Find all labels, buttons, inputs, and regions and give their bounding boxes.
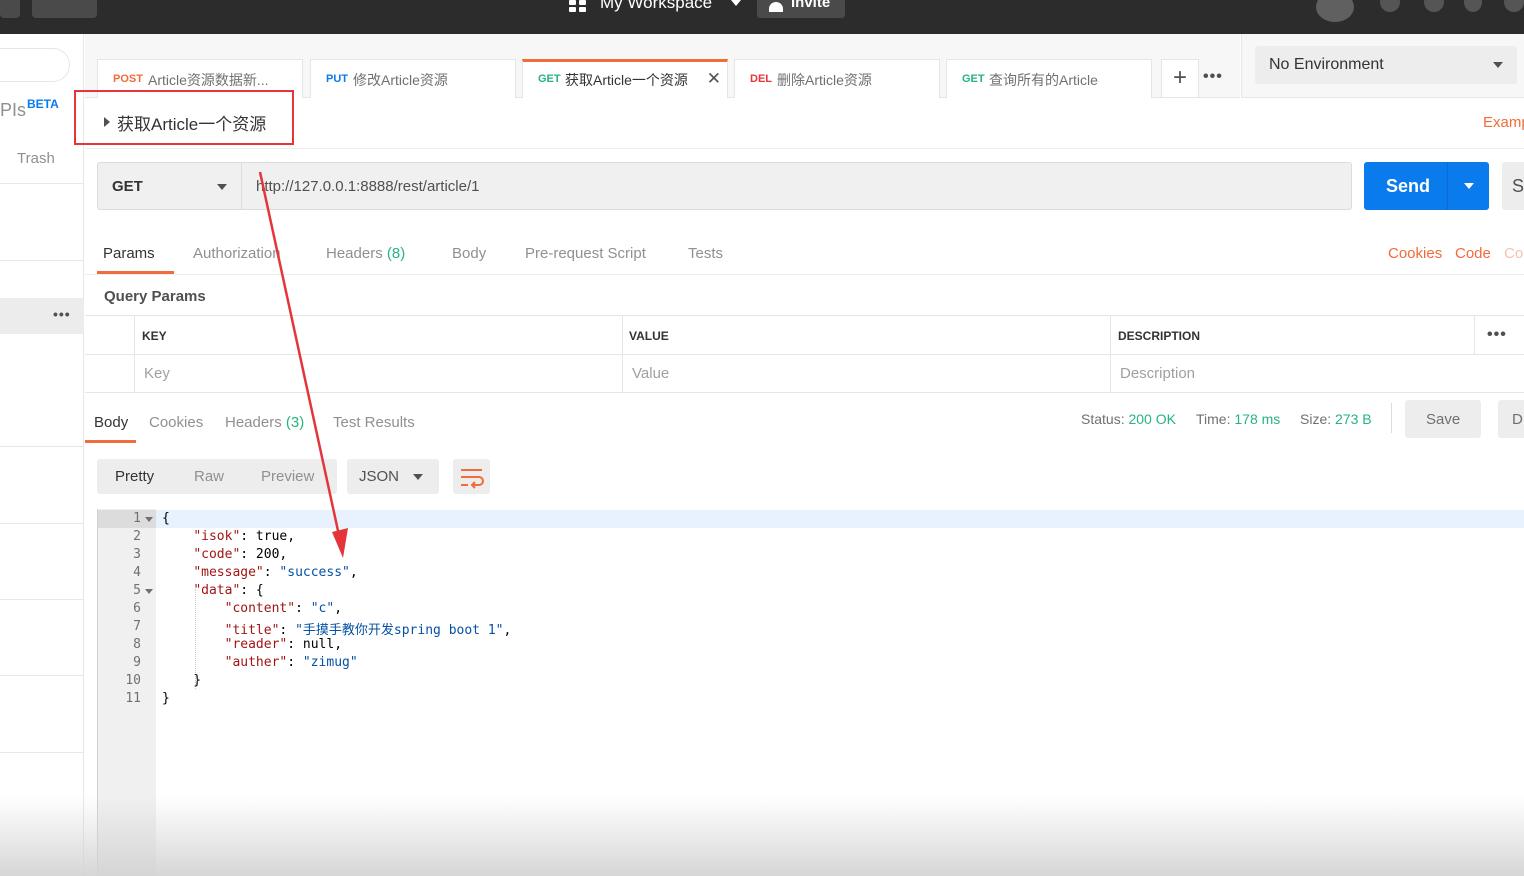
annotation-arrow — [258, 171, 348, 558]
bottom-fade — [0, 796, 1524, 876]
